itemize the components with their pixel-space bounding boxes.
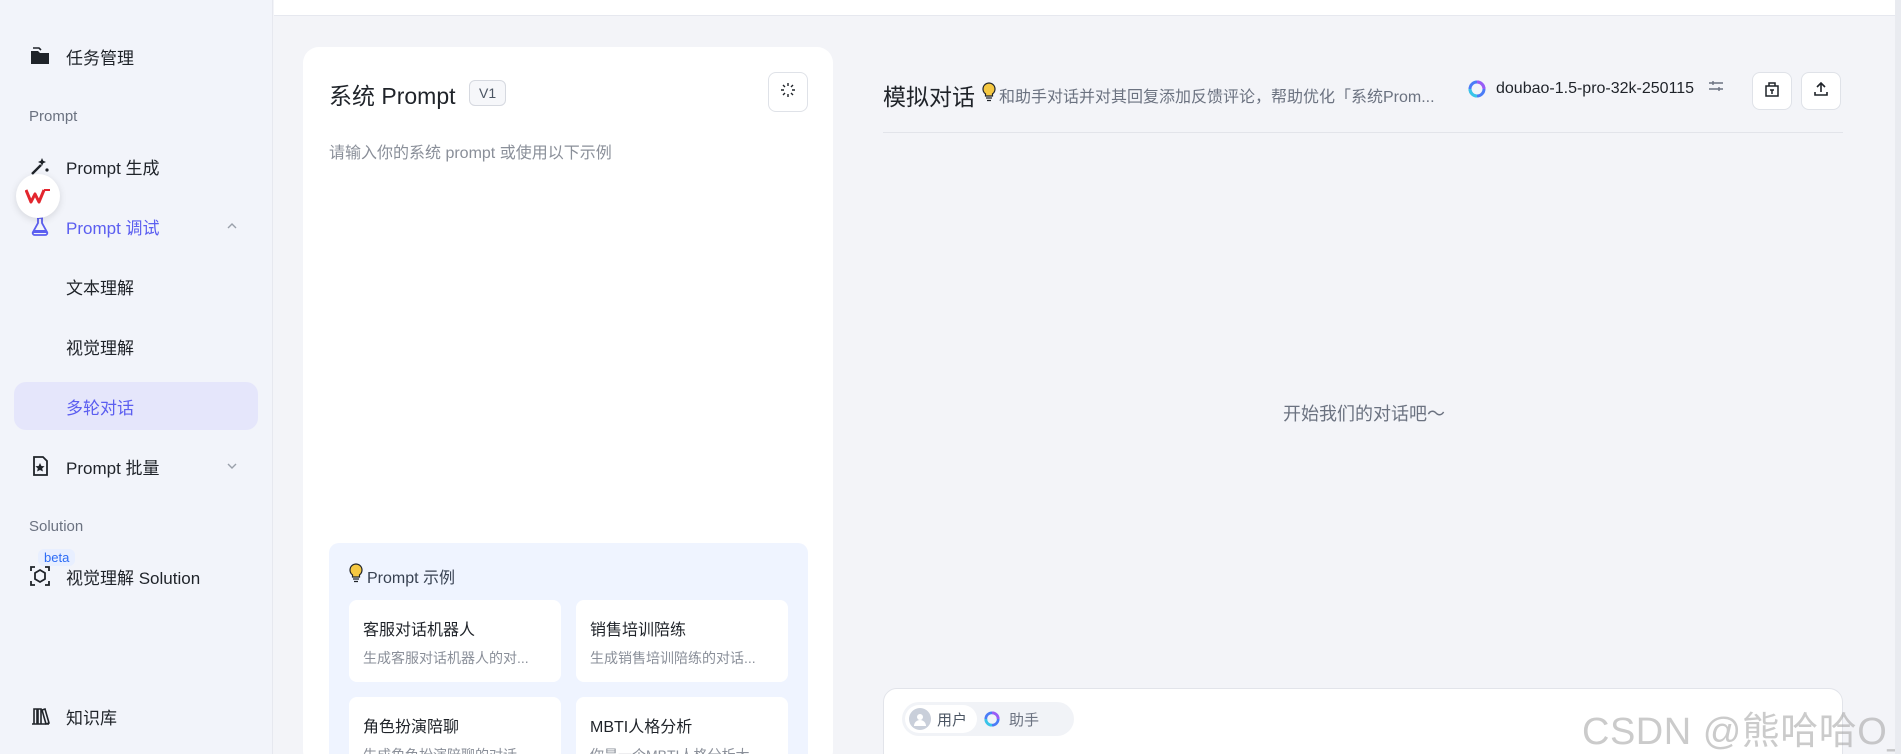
star-document-icon [28,454,52,478]
sidebar: 任务管理 Prompt Prompt 生成 Prompt 调试 文本理解 视觉理… [0,0,273,754]
model-selector[interactable]: doubao-1.5-pro-32k-250115 [1468,78,1724,99]
csdn-watermark: CSDN @熊哈哈O_o [1582,711,1901,753]
sparkle-icon [779,81,797,104]
sidebar-item-visual-understanding[interactable]: 视觉理解 [14,322,258,370]
examples-title: Prompt 示例 [367,569,456,587]
books-icon [28,704,52,728]
adjust-icon[interactable] [1708,78,1724,99]
system-prompt-input[interactable] [329,139,799,459]
sidebar-item-label: Prompt 调试 [66,218,160,238]
example-card[interactable]: MBTI人格分析 你是一个MBTI人格分析大... [576,697,788,754]
sidebar-item-knowledge-base[interactable]: 知识库 [14,692,258,740]
chat-title: 模拟对话 [883,84,975,110]
sidebar-item-multi-turn[interactable]: 多轮对话 [14,382,258,430]
example-title: MBTI人格分析 [590,719,693,736]
chat-divider [883,132,1843,133]
example-desc: 生成角色扮演陪聊的对话... [363,745,547,754]
export-button[interactable] [1801,72,1841,110]
sidebar-item-label: 文本理解 [66,278,134,298]
cube-scan-icon [28,564,52,588]
model-name: doubao-1.5-pro-32k-250115 [1496,79,1695,97]
optimize-button[interactable] [768,72,808,112]
folder-icon [28,44,52,68]
role-assistant-tab[interactable]: 助手 [977,705,1049,733]
sidebar-item-label: 视觉理解 Solution [66,568,201,588]
user-avatar-icon [909,708,931,730]
example-desc: 生成销售培训陪练的对话... [590,650,756,666]
sidebar-item-label: 知识库 [66,708,117,728]
example-card[interactable]: 销售培训陪练 生成销售培训陪练的对话... [576,600,788,682]
example-title: 销售培训陪练 [590,622,687,639]
top-bar [274,0,1901,16]
sidebar-item-label: Prompt 批量 [66,458,160,478]
empty-chat-message: 开始我们的对话吧～ [1283,404,1445,424]
sidebar-item-visual-solution[interactable]: 视觉理解 Solution [14,552,258,600]
example-desc: 生成客服对话机器人的对... [363,650,529,666]
chevron-up-icon [224,218,240,234]
examples-header: Prompt 示例 [349,563,455,588]
lightbulb-icon [982,82,996,107]
sidebar-item-text-understanding[interactable]: 文本理解 [14,262,258,310]
scrollbar[interactable] [1895,0,1901,754]
role-assistant-label: 助手 [1009,711,1040,729]
role-user-label: 用户 [937,711,968,729]
sidebar-item-task-management[interactable]: 任务管理 [14,32,258,80]
build-icon [1763,80,1781,103]
role-user-tab[interactable]: 用户 [905,705,978,733]
sidebar-item-label: 多轮对话 [66,398,134,418]
section-label-solution: Solution [29,518,84,535]
lightbulb-icon [349,563,363,588]
chat-hint-text: 和助手对话并对其回复添加反馈评论，帮助优化「系统Prom... [999,88,1435,106]
role-toggle: 用户 助手 [902,702,1074,736]
example-title: 角色扮演陪聊 [363,719,460,736]
save-template-button[interactable] [1752,72,1792,110]
example-card[interactable]: 客服对话机器人 生成客服对话机器人的对... [349,600,561,682]
sidebar-item-label: 视觉理解 [66,338,134,358]
doubao-logo-icon [1468,80,1486,98]
system-prompt-panel: 系统 Prompt V1 Prompt 示例 客服对话机器人 生成客服对话机器人… [303,47,833,754]
example-title: 客服对话机器人 [363,622,476,639]
upload-icon [1812,80,1830,103]
chat-hint: 和助手对话并对其回复添加反馈评论，帮助优化「系统Prom... [982,82,1444,107]
sidebar-item-label: 任务管理 [66,48,134,68]
wps-logo[interactable] [16,174,60,218]
sidebar-item-prompt-batch[interactable]: Prompt 批量 [14,442,258,490]
example-desc: 你是一个MBTI人格分析大... [590,745,774,754]
chevron-down-icon [224,458,240,474]
section-label-prompt: Prompt [29,108,78,125]
sidebar-item-label: Prompt 生成 [66,158,160,178]
version-badge[interactable]: V1 [469,80,507,106]
system-prompt-title: 系统 Prompt [329,83,456,109]
prompt-examples: Prompt 示例 客服对话机器人 生成客服对话机器人的对... 销售培训陪练 … [329,543,808,754]
assistant-logo-icon [981,708,1003,730]
example-card[interactable]: 角色扮演陪聊 生成角色扮演陪聊的对话... [349,697,561,754]
